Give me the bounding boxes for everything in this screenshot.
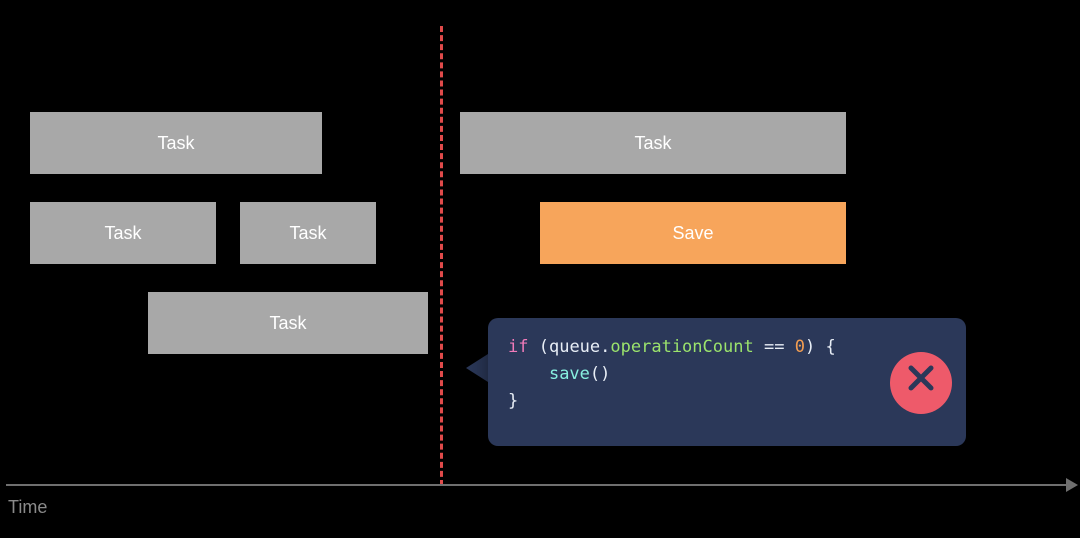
- save-label: Save: [672, 223, 713, 244]
- code-token-brace: {: [825, 337, 835, 357]
- time-marker-divider: [440, 26, 443, 486]
- code-token-brace: }: [508, 391, 518, 411]
- code-token-keyword: if: [508, 337, 528, 357]
- code-line: save(): [508, 361, 946, 388]
- save-block: Save: [540, 202, 846, 264]
- time-axis: [6, 484, 1070, 486]
- task-block: Task: [30, 112, 322, 174]
- code-token-num: 0: [795, 337, 805, 357]
- task-block: Task: [148, 292, 428, 354]
- timeline-diagram: Task Task Task Task Task Save if (queue.…: [0, 0, 1080, 538]
- close-icon: [906, 363, 936, 402]
- code-line: }: [508, 388, 946, 415]
- code-token-paren: (: [528, 337, 548, 357]
- code-token-op: ==: [764, 337, 784, 357]
- code-token-call: save: [549, 364, 590, 384]
- callout-tail: [466, 354, 488, 382]
- error-badge: [890, 352, 952, 414]
- task-block: Task: [460, 112, 846, 174]
- task-label: Task: [104, 223, 141, 244]
- task-label: Task: [269, 313, 306, 334]
- task-label: Task: [289, 223, 326, 244]
- time-axis-arrow-icon: [1066, 478, 1078, 492]
- code-token-call-parens: (): [590, 364, 610, 384]
- time-axis-label: Time: [8, 497, 47, 518]
- task-block: Task: [30, 202, 216, 264]
- code-token-prop: operationCount: [610, 337, 753, 357]
- code-token-paren: ): [805, 337, 815, 357]
- code-line: if (queue.operationCount == 0) {: [508, 334, 946, 361]
- code-token-dot: .: [600, 337, 610, 357]
- code-callout: if (queue.operationCount == 0) { save() …: [488, 318, 966, 446]
- task-label: Task: [634, 133, 671, 154]
- code-token-ident: queue: [549, 337, 600, 357]
- task-label: Task: [157, 133, 194, 154]
- task-block: Task: [240, 202, 376, 264]
